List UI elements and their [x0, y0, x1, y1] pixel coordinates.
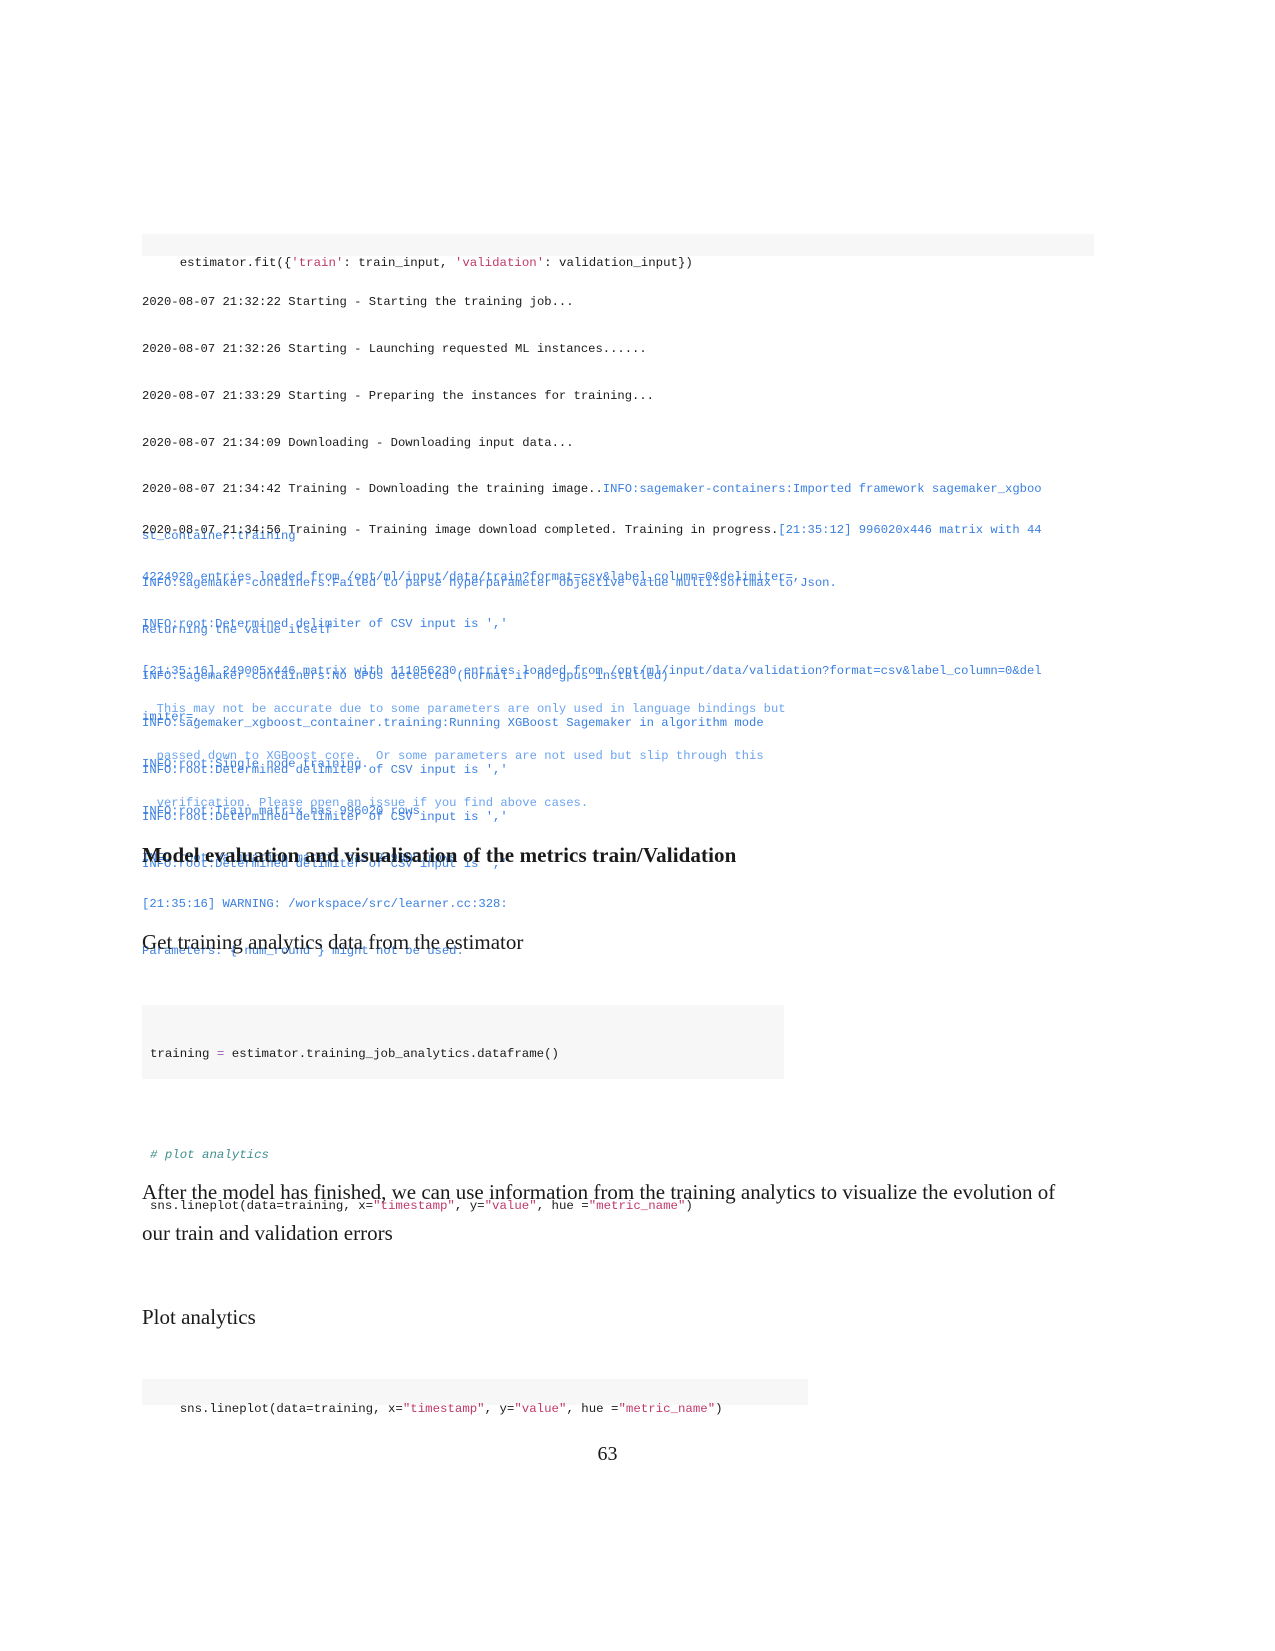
paragraph-after-model: After the model has finished, we can use…: [142, 1180, 1056, 1245]
log-line: 4224920 entries loaded from /opt/ml/inpu…: [142, 569, 801, 584]
code-cell-estimator-fit[interactable]: estimator.fit({'train': train_input, 'va…: [142, 234, 1094, 270]
paragraph-get-analytics: Get training analytics data from the est…: [142, 930, 524, 954]
document-page: estimator.fit({'train': train_input, 'va…: [0, 0, 1275, 1651]
code-token-lineplot-b: , y=: [484, 1402, 515, 1416]
code-token-lineplot-c: , hue =: [566, 1402, 619, 1416]
code-string-value: "value": [514, 1402, 567, 1416]
paragraph-plot-analytics: Plot analytics: [142, 1305, 256, 1329]
log-line: 2020-08-07 21:34:56 Training - Training …: [142, 523, 1042, 538]
code-token-lineplot-a: sns.lineplot(data=training, x=: [179, 1402, 403, 1416]
log-line: 2020-08-07 21:34:09 Downloading - Downlo…: [142, 435, 574, 450]
section-heading: Model evaluation and visualisation of th…: [142, 843, 737, 867]
log-line: 2020-08-07 21:32:26 Starting - Launching…: [142, 341, 647, 356]
code-cell-lineplot[interactable]: sns.lineplot(data=training, x="timestamp…: [142, 1379, 808, 1416]
page-number: 63: [597, 1443, 618, 1465]
log-line: [21:35:16] WARNING: /workspace/src/learn…: [142, 897, 508, 912]
training-log-block-3: This may not be accurate due to some par…: [142, 671, 1092, 843]
code-token-lineplot-d: ): [715, 1402, 723, 1416]
log-line: INFO:root:Determined delimiter of CSV in…: [142, 616, 508, 631]
code-line-assign: training = estimator.training_job_analyt…: [150, 1047, 559, 1061]
log-line: verification. Please open an issue if yo…: [142, 795, 589, 810]
log-line: 2020-08-07 21:33:29 Starting - Preparing…: [142, 388, 654, 403]
code-cell-training-analytics[interactable]: training = estimator.training_job_analyt…: [142, 1005, 784, 1213]
log-line: passed down to XGBoost core. Or some par…: [142, 748, 764, 763]
code-string-timestamp: "timestamp": [402, 1402, 485, 1416]
code-comment-plot-analytics: # plot analytics: [150, 1147, 269, 1162]
code-string-metric-name: "metric_name": [618, 1402, 716, 1416]
log-line: This may not be accurate due to some par…: [142, 702, 786, 717]
log-line: 2020-08-07 21:32:22 Starting - Starting …: [142, 295, 574, 310]
